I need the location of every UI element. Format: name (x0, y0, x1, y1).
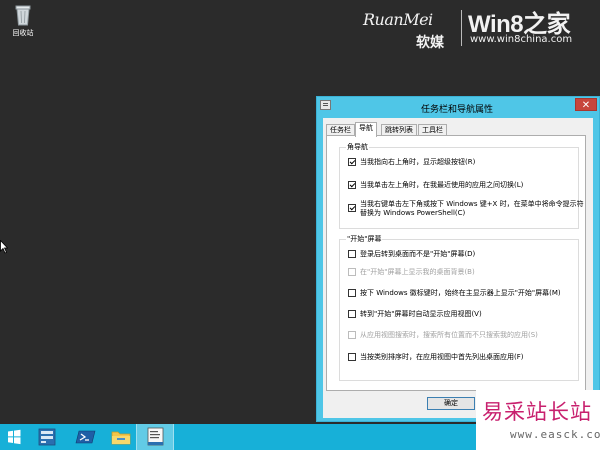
taskbar-properties-window[interactable] (136, 424, 174, 450)
taskbar-file-explorer[interactable] (102, 424, 140, 450)
option-replace-powershell-label: 当我右键单击左下角或按下 Windows 键+X 时，在菜单中将命令提示符 替换… (360, 200, 584, 218)
option-start-on-main-display-label: 按下 Windows 徽标键时，始终在主显示器上显示"开始"屏幕(M) (360, 289, 561, 297)
option-search-everywhere-label: 从应用视图搜索时，搜索所有位置而不只搜索我的应用(S) (360, 331, 538, 339)
watermark-easck: 易采站长站 www.easck.com (476, 390, 600, 450)
watermark-easck-url: www.easck.com (510, 428, 600, 441)
corner-navigation-group: 角导航 当我指向右上角时，显示超级按钮(R) 当我单击左上角时，在我最近使用的应… (339, 142, 584, 229)
option-replace-powershell-line2: 替换为 Windows PowerShell(C) (360, 209, 466, 217)
ok-button[interactable]: 确定 (427, 397, 475, 410)
option-replace-powershell-line1: 当我右键单击左下角或按下 Windows 键+X 时，在菜单中将命令提示符 (360, 200, 584, 208)
checkbox-start-on-main-display[interactable] (348, 289, 356, 297)
watermark-divider (461, 10, 462, 46)
tab-navigation[interactable]: 导航 (355, 122, 377, 137)
windows-logo-icon (8, 429, 21, 445)
checkbox-search-everywhere (348, 331, 356, 339)
mouse-cursor-icon (0, 240, 8, 254)
navigation-tab-panel: 角导航 当我指向右上角时，显示超级按钮(R) 当我单击左上角时，在我最近使用的应… (326, 135, 586, 391)
dialog-client-area: 任务栏 导航 跳转列表 工具栏 角导航 当我指向右上角时，显示超级按钮(R) 当… (323, 118, 593, 418)
option-show-desktop-background: 在"开始"屏幕上显示我的桌面背景(B) (348, 268, 576, 277)
start-screen-title: "开始"屏幕 (346, 234, 383, 244)
checkbox-switch-recent-apps[interactable] (348, 181, 356, 189)
watermark-ruanmei-logo: RuanMei (363, 10, 433, 29)
checkbox-replace-powershell[interactable] (348, 204, 356, 212)
option-list-desktop-apps-first-label: 当按类别排序时，在应用视图中首先列出桌面应用(F) (360, 353, 524, 361)
taskbar-server-manager[interactable] (28, 424, 66, 450)
option-show-apps-view[interactable]: 转到"开始"屏幕时自动显示应用视图(V) (348, 310, 576, 319)
option-switch-recent-apps-label: 当我单击左上角时，在我最近使用的应用之间切换(L) (360, 181, 524, 189)
window-icon (320, 100, 331, 110)
watermark-url: www.win8china.com (470, 34, 573, 45)
recycle-bin[interactable]: 回收站 (6, 4, 40, 38)
file-explorer-icon (111, 431, 131, 445)
option-go-to-desktop-label: 登录后转到桌面而不是"开始"屏幕(D) (360, 250, 476, 258)
recycle-bin-label: 回收站 (12, 29, 34, 37)
close-button[interactable]: ✕ (575, 98, 597, 111)
corner-navigation-title: 角导航 (346, 142, 369, 152)
option-go-to-desktop[interactable]: 登录后转到桌面而不是"开始"屏幕(D) (348, 250, 576, 259)
recycle-bin-icon (15, 5, 31, 26)
title-bar[interactable]: 任务栏和导航属性 ✕ (317, 97, 599, 117)
window-title: 任务栏和导航属性 (420, 105, 493, 115)
checkbox-list-desktop-apps-first[interactable] (348, 353, 356, 361)
option-show-apps-view-label: 转到"开始"屏幕时自动显示应用视图(V) (360, 310, 482, 318)
option-search-everywhere: 从应用视图搜索时，搜索所有位置而不只搜索我的应用(S) (348, 331, 576, 340)
checkbox-go-to-desktop[interactable] (348, 250, 356, 258)
server-manager-icon (38, 428, 56, 446)
start-screen-group: "开始"屏幕 登录后转到桌面而不是"开始"屏幕(D) 在"开始"屏幕上显示我的桌… (339, 234, 579, 381)
option-switch-recent-apps[interactable]: 当我单击左上角时，在我最近使用的应用之间切换(L) (348, 181, 576, 190)
option-show-charms-label: 当我指向右上角时，显示超级按钮(R) (360, 158, 476, 166)
taskbar-powershell[interactable] (67, 424, 105, 450)
taskbar-properties-icon (147, 427, 164, 446)
watermark-easck-title: 易采站长站 (482, 400, 592, 424)
checkbox-show-charms[interactable] (348, 158, 356, 166)
taskbar-navigation-properties-window: 任务栏和导航属性 ✕ 任务栏 导航 跳转列表 工具栏 角导航 当我指向右上角时，… (316, 96, 600, 422)
checkbox-show-desktop-background (348, 268, 356, 276)
powershell-icon (75, 430, 96, 444)
watermark-ruanmei-cn: 软媒 (416, 35, 444, 51)
watermark-win8china: RuanMei 软媒 Win8之家 www.win8china.com (358, 6, 598, 51)
checkbox-show-apps-view[interactable] (348, 310, 356, 318)
option-show-desktop-background-label: 在"开始"屏幕上显示我的桌面背景(B) (360, 268, 475, 276)
option-replace-powershell[interactable]: 当我右键单击左下角或按下 Windows 键+X 时，在菜单中将命令提示符 替换… (348, 200, 584, 218)
start-button[interactable] (0, 424, 28, 450)
option-list-desktop-apps-first[interactable]: 当按类别排序时，在应用视图中首先列出桌面应用(F) (348, 353, 576, 362)
option-show-charms[interactable]: 当我指向右上角时，显示超级按钮(R) (348, 158, 576, 167)
option-start-on-main-display[interactable]: 按下 Windows 徽标键时，始终在主显示器上显示"开始"屏幕(M) (348, 289, 576, 298)
